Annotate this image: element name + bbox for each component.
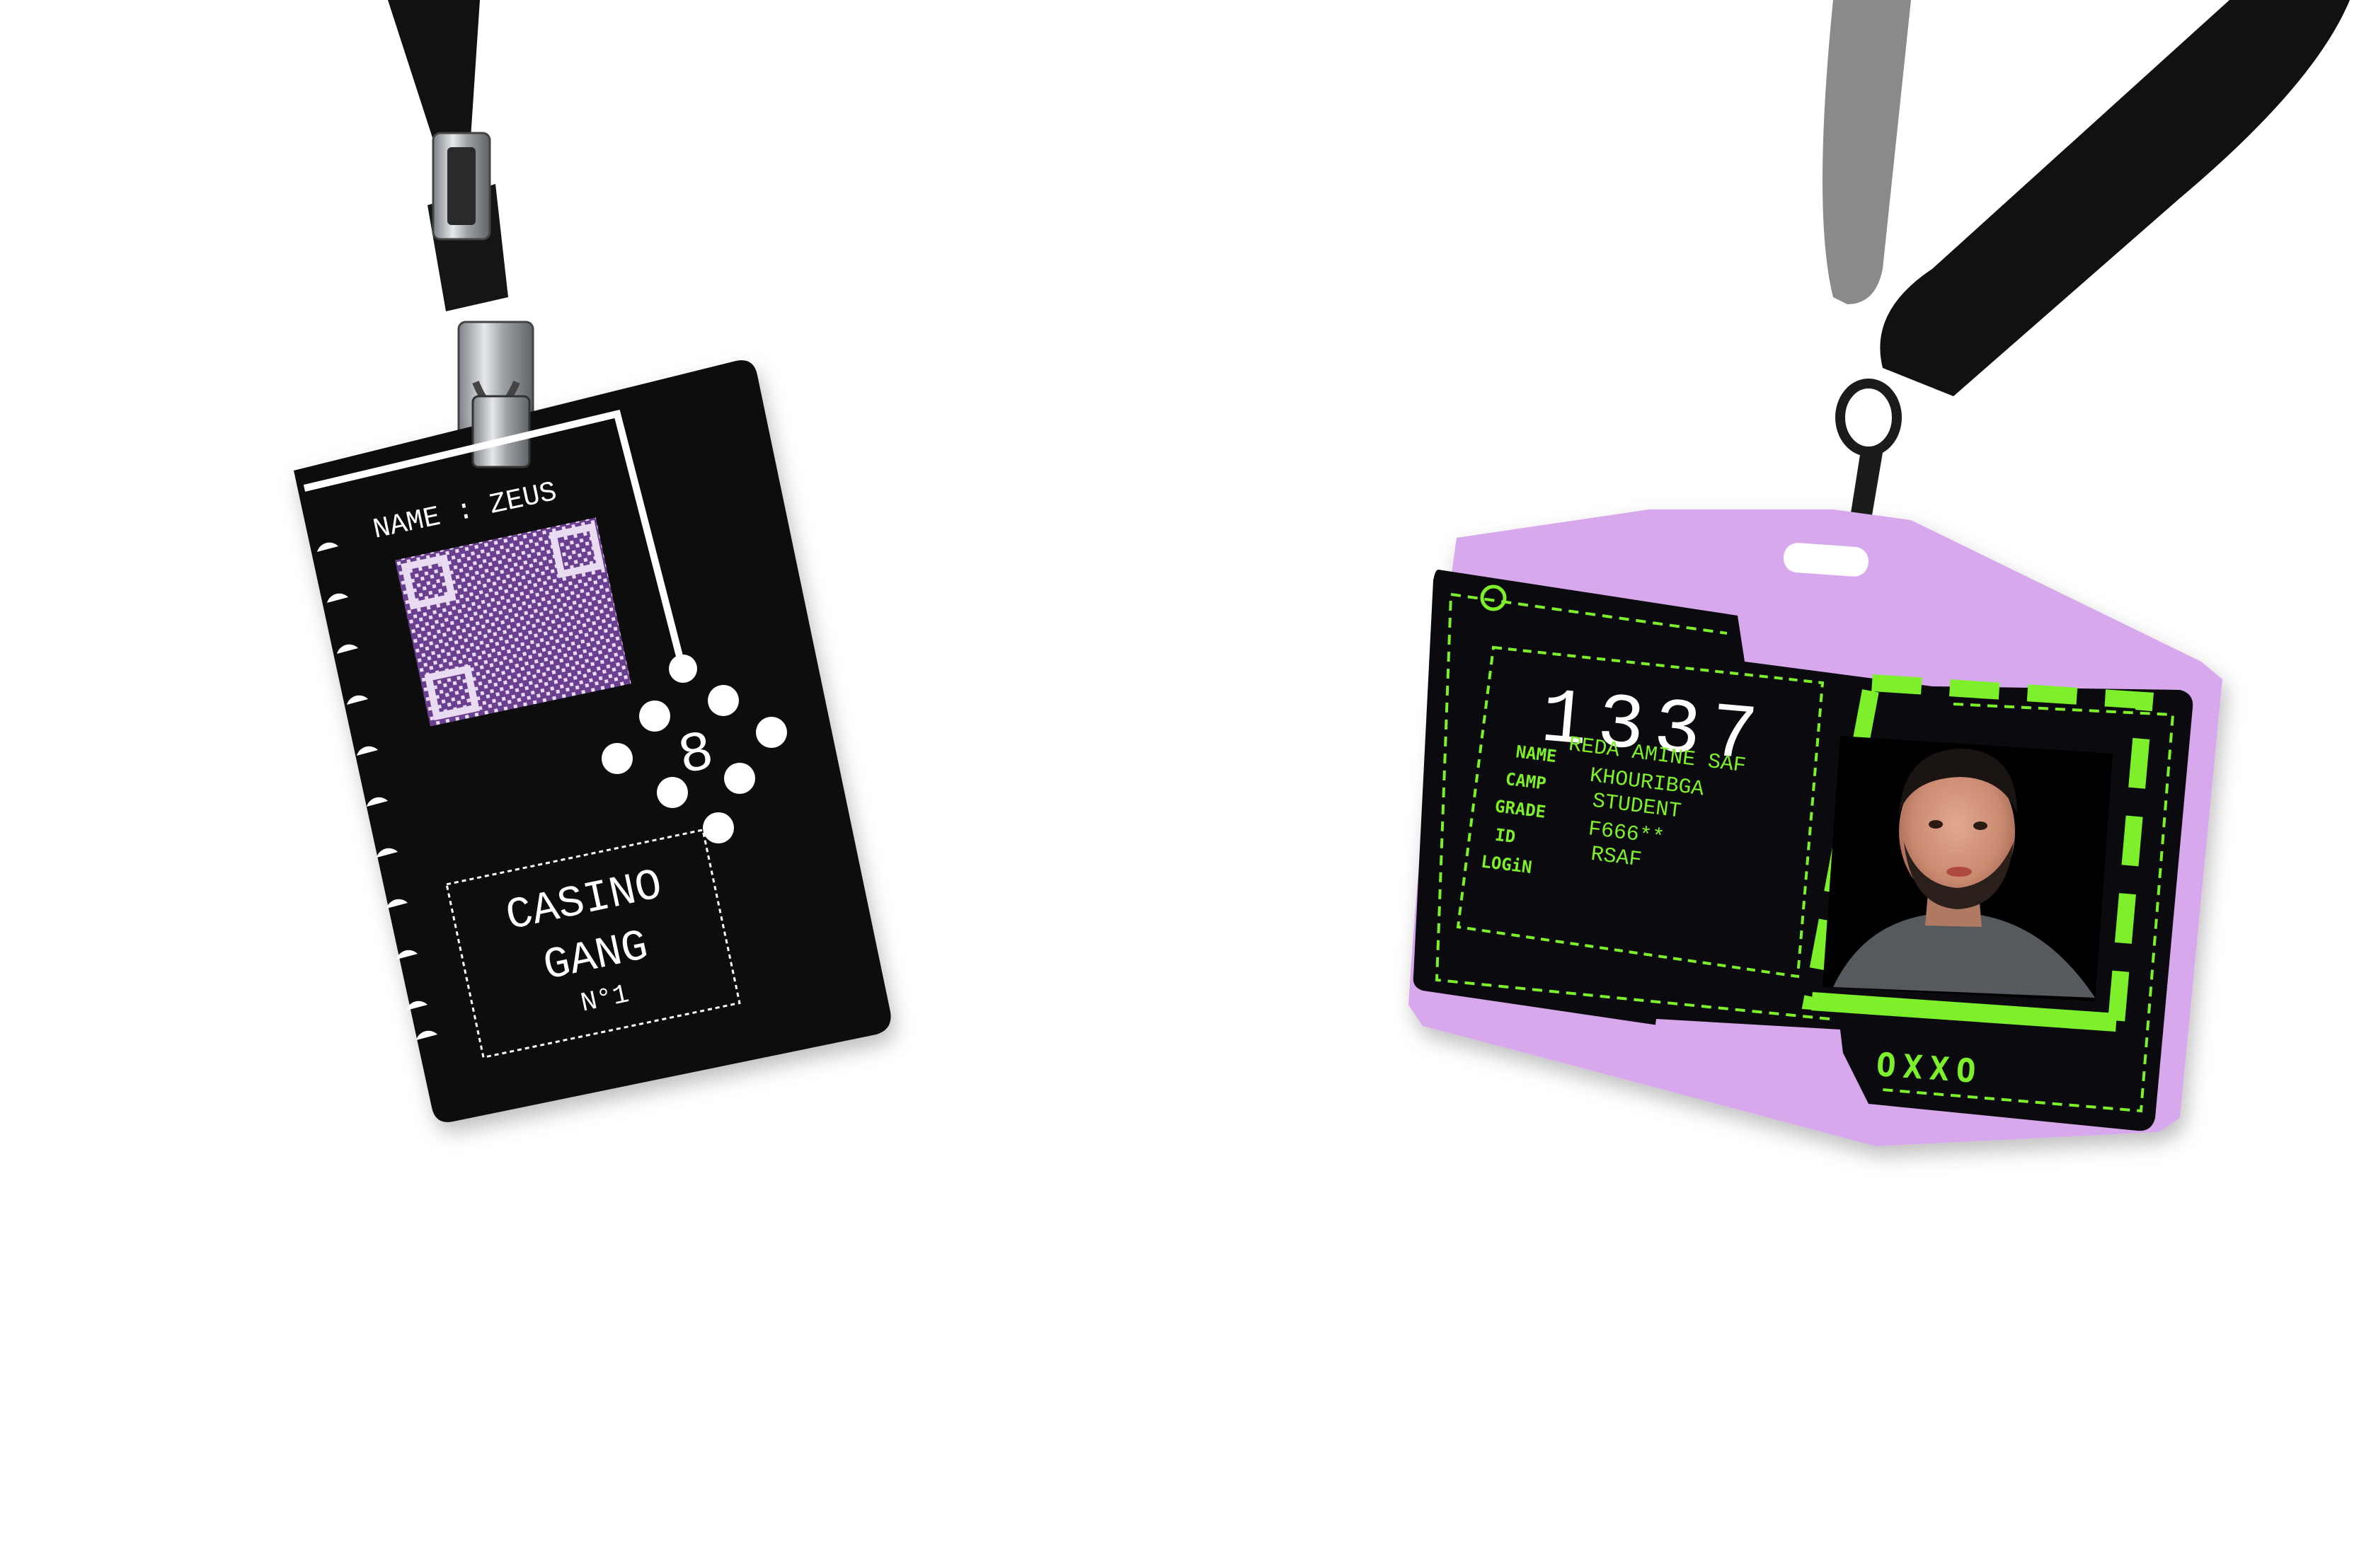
portrait-photo	[1823, 736, 2113, 1001]
gray-lanyard-strap	[1823, 0, 1911, 304]
left-badge: NAME : ZEUS 8 CASINO GANG N°1	[294, 0, 891, 1122]
holder-slot	[1783, 543, 1869, 577]
clip-jaw	[471, 395, 531, 468]
footer-code: OXXO	[1875, 1045, 1984, 1090]
field-label-id: ID	[1494, 825, 1517, 847]
right-badge: 1337 NAME CAMP GRADE ID LOGiN REDA AMINE…	[1408, 0, 2350, 1146]
scene-canvas: NAME : ZEUS 8 CASINO GANG N°1 1337 NAME …	[294, 0, 2350, 1146]
clip-slot	[447, 147, 476, 225]
frame-dot	[669, 655, 697, 683]
scene: NAME : ZEUS 8 CASINO GANG N°1 1337 NAME …	[0, 0, 2359, 1565]
left-lanyard-strap	[388, 0, 480, 149]
black-lanyard-strap	[1880, 0, 2350, 396]
swivel-ring	[1835, 379, 1902, 456]
